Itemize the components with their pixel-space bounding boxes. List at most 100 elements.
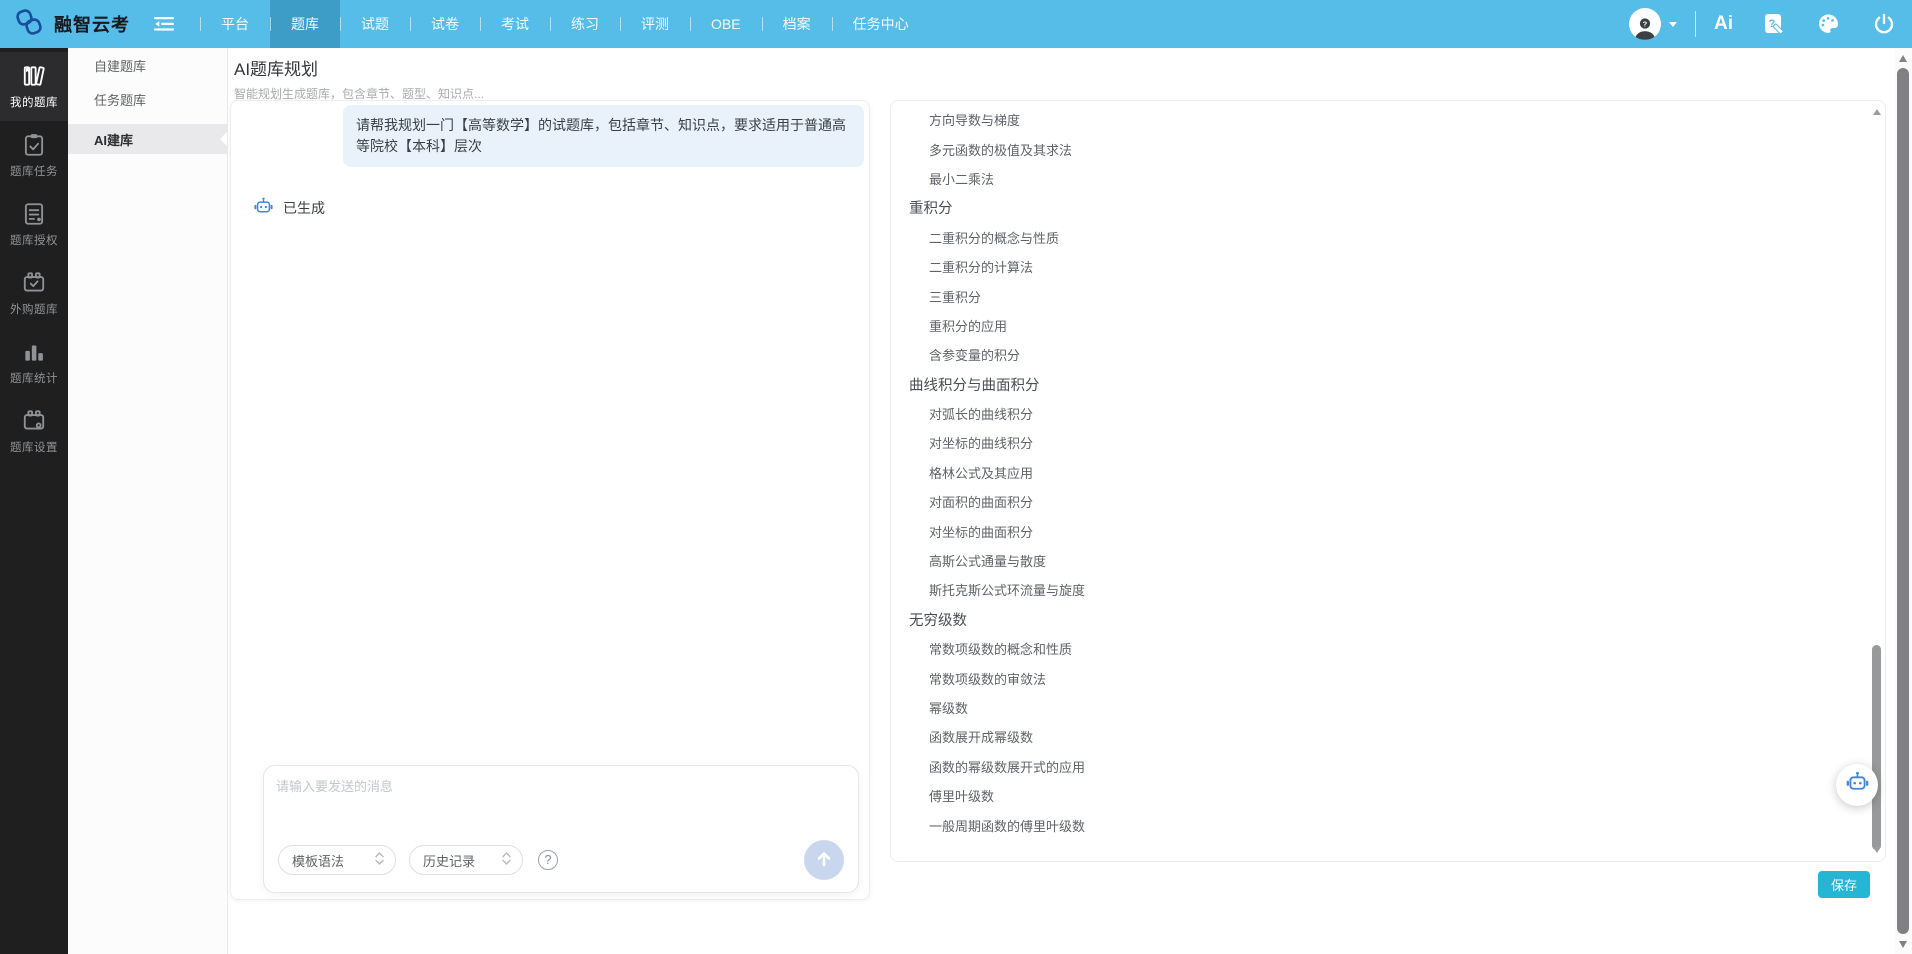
sidebar-item-label: 我的题库 [10, 94, 58, 110]
task-icon [21, 132, 47, 158]
outline-item[interactable]: 斯托克斯公式环流量与旋度 [891, 575, 1861, 604]
save-button[interactable]: 保存 [1818, 871, 1870, 898]
scroll-down-arrow-icon[interactable] [1873, 847, 1881, 853]
outline-item[interactable]: 无穷级数 [891, 605, 1861, 634]
nav-item[interactable]: 档案 [762, 0, 832, 48]
outline-item[interactable]: 函数展开成幂级数 [891, 722, 1861, 751]
content-header: AI题库规划 智能规划生成题库，包含章节、题型、知识点... [229, 48, 1894, 100]
outline-item-label: 三重积分 [929, 287, 981, 306]
nav-item[interactable]: 考试 [480, 0, 550, 48]
outline-item[interactable]: 三重积分 [891, 281, 1861, 310]
message-composer: 模板语法 历史记录 ? [263, 765, 859, 893]
nav-item-label: 练习 [571, 14, 599, 34]
outline-item[interactable]: 对面积的曲面积分 [891, 487, 1861, 516]
nav-item[interactable]: 平台 [200, 0, 270, 48]
subsidebar-item-task-banks[interactable]: 任务题库 [68, 82, 227, 116]
feedback-doc-icon[interactable]: ? [1763, 12, 1785, 36]
outline-item[interactable]: 含参变量的积分 [891, 340, 1861, 369]
help-icon[interactable]: ? [538, 850, 558, 870]
outline-item[interactable]: 重积分的应用 [891, 311, 1861, 340]
nav-item[interactable]: 试题 [340, 0, 410, 48]
nav-item[interactable]: 评测 [620, 0, 690, 48]
scroll-down-arrow-icon[interactable] [1899, 941, 1907, 948]
sidebar-item-bank-statistics[interactable]: 题库统计 [0, 328, 68, 397]
outline-item[interactable]: 重积分 [891, 193, 1861, 222]
nav-item[interactable]: 任务中心 [832, 0, 930, 48]
top-bar-right: ? Ai ? [1629, 8, 1912, 40]
sidebar-item-label: 题库任务 [10, 163, 58, 179]
nav-item-label: 评测 [641, 14, 669, 34]
outline-item[interactable]: 常数项级数的概念和性质 [891, 634, 1861, 663]
topbar-divider [1695, 11, 1696, 37]
history-label: 历史记录 [423, 851, 475, 870]
ai-assistant-icon[interactable]: Ai [1714, 13, 1733, 35]
outline-item[interactable]: 高斯公式通量与散度 [891, 546, 1861, 575]
outline-item[interactable]: 对坐标的曲线积分 [891, 428, 1861, 457]
avatar-caret-down-icon[interactable] [1669, 22, 1677, 27]
outline-item-label: 曲线积分与曲面积分 [909, 374, 1040, 395]
brand[interactable]: 融智云考 [0, 7, 130, 42]
template-syntax-dropdown[interactable]: 模板语法 [278, 845, 396, 875]
nav-item[interactable]: 练习 [550, 0, 620, 48]
user-avatar[interactable]: ? [1629, 8, 1661, 40]
logout-power-icon[interactable] [1872, 12, 1896, 36]
outline-item[interactable]: 二重积分的计算法 [891, 252, 1861, 281]
outline-item-label: 重积分 [909, 197, 953, 218]
sidebar-item-label: 外购题库 [10, 301, 58, 317]
generation-status-text: 已生成 [283, 198, 325, 218]
primary-sidebar: 我的题库 题库任务 题库授权 [0, 48, 68, 954]
sidebar-item-bank-tasks[interactable]: 题库任务 [0, 121, 68, 190]
subsidebar-item-ai-builder[interactable]: AI建库 [68, 124, 227, 154]
outline-item[interactable]: 对弧长的曲线积分 [891, 399, 1861, 428]
outline-item[interactable]: 一般周期函数的傅里叶级数 [891, 810, 1861, 839]
generated-outline-panel: 方向导数与梯度 多元函数的极值及其求法 最小二乘法 重积分 二重积分的概念与性质… [890, 100, 1886, 862]
outline-item-label: 幂级数 [929, 698, 968, 717]
sidebar-item-my-question-bank[interactable]: 我的题库 [0, 52, 68, 121]
outline-item[interactable]: 傅里叶级数 [891, 781, 1861, 810]
outline-item[interactable]: 对坐标的曲面积分 [891, 516, 1861, 545]
generation-status-row: 已生成 [253, 196, 325, 220]
knowledge-outline: 方向导数与梯度 多元函数的极值及其求法 最小二乘法 重积分 二重积分的概念与性质… [891, 105, 1861, 840]
window-scrollbar[interactable] [1895, 48, 1912, 954]
outline-item-label: 含参变量的积分 [929, 345, 1020, 364]
outline-item[interactable]: 方向导数与梯度 [891, 105, 1861, 134]
svg-text:?: ? [1643, 19, 1648, 28]
outline-item[interactable]: 格林公式及其应用 [891, 458, 1861, 487]
sidebar-collapse-icon[interactable] [154, 16, 174, 32]
outline-item[interactable]: 多元函数的极值及其求法 [891, 134, 1861, 163]
scroll-up-arrow-icon[interactable] [1899, 55, 1907, 62]
nav-item[interactable]: 题库 [270, 0, 340, 48]
outline-item[interactable]: 常数项级数的审敛法 [891, 663, 1861, 692]
theme-palette-icon[interactable] [1815, 12, 1842, 36]
outline-item[interactable]: 最小二乘法 [891, 164, 1861, 193]
sidebar-item-bank-settings[interactable]: 题库设置 [0, 397, 68, 466]
sidebar-item-purchased-banks[interactable]: 外购题库 [0, 259, 68, 328]
library-icon [21, 63, 47, 89]
message-input[interactable] [276, 776, 836, 836]
nav-item[interactable]: OBE [690, 0, 762, 48]
outline-item-label: 一般周期函数的傅里叶级数 [929, 816, 1085, 835]
nav-item[interactable]: 试卷 [410, 0, 480, 48]
history-dropdown[interactable]: 历史记录 [409, 845, 523, 875]
outline-item-label: 常数项级数的审敛法 [929, 669, 1046, 688]
panel-scrollbar[interactable] [1872, 105, 1882, 857]
outline-item[interactable]: 曲线积分与曲面积分 [891, 370, 1861, 399]
app-window: 融智云考 平台 题库 试题 试卷 考试 [0, 0, 1912, 954]
outline-item[interactable]: 幂级数 [891, 693, 1861, 722]
panel-scrollbar-thumb[interactable] [1872, 645, 1881, 850]
nav-item-label: 试卷 [431, 14, 459, 34]
sidebar-item-bank-authorization[interactable]: 题库授权 [0, 190, 68, 259]
nav-item-label: 试题 [361, 14, 389, 34]
outline-item[interactable]: 函数的幂级数展开式的应用 [891, 752, 1861, 781]
subsidebar-item-self-built[interactable]: 自建题库 [68, 48, 227, 82]
outline-item-label: 函数的幂级数展开式的应用 [929, 757, 1085, 776]
ai-robot-fab[interactable] [1836, 764, 1878, 806]
outline-item-label: 斯托克斯公式环流量与旋度 [929, 580, 1085, 599]
scroll-up-arrow-icon[interactable] [1873, 109, 1881, 115]
arrow-up-icon [815, 850, 833, 871]
window-scrollbar-thumb[interactable] [1897, 68, 1909, 934]
robot-icon [1845, 770, 1870, 800]
outline-item[interactable]: 二重积分的概念与性质 [891, 223, 1861, 252]
nav-item-label: 平台 [221, 14, 249, 34]
send-button[interactable] [804, 840, 844, 880]
